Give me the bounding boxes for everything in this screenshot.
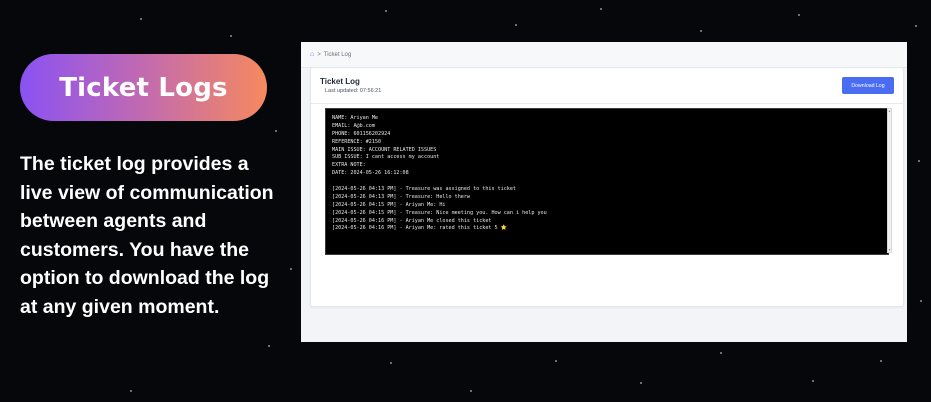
app-screenshot: ⌂ > Ticket Log Ticket Log Last updated: … [301,42,907,342]
banner-title: Ticket Logs [59,72,228,103]
breadcrumb-current[interactable]: Ticket Log [324,52,351,58]
log-line: NAME: Ariyan Me [332,115,379,121]
log-line: PHONE: 601156202924 [332,130,391,137]
log-line: [2024-05-26 04:15 PM] - Treasure: Nice m… [332,209,547,216]
log-line: REFERENCE: #2150 [332,138,382,145]
last-updated-text: Last updated: 07:56:21 [325,88,382,94]
scroll-down-icon[interactable]: ▼ [888,248,891,252]
log-line: [2024-05-26 04:13 PM] - Treasure was ass… [332,186,517,193]
ticket-log-card: Ticket Log Last updated: 07:56:21 Downlo… [310,67,904,307]
log-line: [2024-05-26 04:15 PM] - Ariyan Me: Hi [332,201,446,208]
ticket-logs-badge: Ticket Logs [20,54,267,121]
scroll-up-icon[interactable]: ▲ [888,109,891,113]
log-line: EMAIL: A@b.com [332,122,375,129]
log-line: [2024-05-26 04:13 PM] - Treasure: Hello … [332,193,471,200]
banner-description: The ticket log provides a live view of c… [20,153,274,318]
log-scrollbar[interactable]: ▲ ▼ [887,108,892,253]
breadcrumb-separator: > [317,51,321,58]
log-line: DATE: 2024-05-26 16:12:08 [332,170,409,177]
card-title: Ticket Log [320,77,360,86]
log-line: MAIN ISSUE: ACCOUNT RELATED ISSUES [332,146,437,153]
log-line: EXTRA NOTE: [332,162,366,169]
download-log-button[interactable]: Download Log [842,77,894,94]
log-line: SUB ISSUE: I cant access my account [332,154,440,161]
log-line: [2024-05-26 04:16 PM] - Ariyan Me: rated… [332,225,508,232]
log-text: NAME: Ariyan Me EMAIL: A@b.com PHONE: 6011… [332,115,547,233]
breadcrumb: ⌂ > Ticket Log [301,42,907,68]
home-icon[interactable]: ⌂ [310,51,314,58]
card-header: Ticket Log Last updated: 07:56:21 Downlo… [311,68,903,104]
log-terminal[interactable]: NAME: Ariyan Me EMAIL: A@b.com PHONE: 6011… [325,108,889,255]
